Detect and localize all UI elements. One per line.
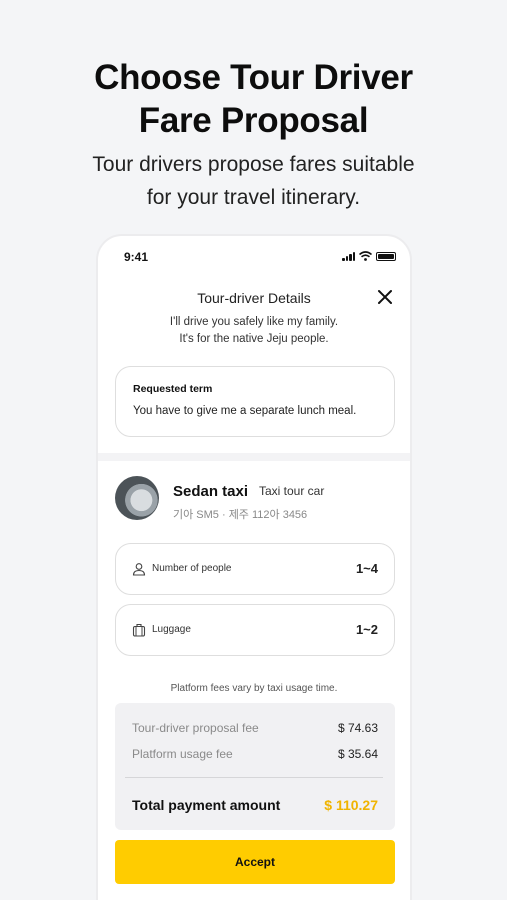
subline: Tour drivers propose fares suitable for … (0, 148, 507, 214)
status-time: 9:41 (124, 250, 149, 264)
total-amount: $ 110.27 (324, 797, 378, 813)
fee-row-amount: $ 74.63 (337, 721, 378, 735)
person-icon (132, 563, 146, 576)
subline-line-1: Tour drivers propose fares suitable (92, 153, 415, 176)
wifi-icon (359, 251, 372, 261)
driver-intro: I'll drive you safely like my family. It… (98, 314, 410, 348)
vehicle-photo (115, 476, 159, 520)
driver-intro-line-1: I'll drive you safely like my family. (169, 316, 339, 328)
fee-note: Platform fees vary by taxi usage time. (170, 683, 338, 694)
vehicle-type: Taxi tour car (259, 484, 325, 498)
people-label: Number of people (152, 563, 232, 574)
close-icon[interactable] (376, 288, 394, 306)
people-value: 1~4 (355, 561, 378, 576)
subline-line-2: for your travel itinerary. (146, 186, 361, 209)
signal-icon (342, 252, 355, 261)
luggage-label: Luggage (152, 624, 191, 635)
driver-intro-line-2: It's for the native Jeju people. (179, 333, 329, 345)
status-bar: 9:41 (98, 248, 410, 268)
vehicle-plate: 기아 SM5 · 제주 112아 3456 (173, 509, 308, 521)
modal-title: Tour-driver Details (197, 290, 311, 306)
fee-summary: Tour-driver proposal fee $ 74.63 Platfor… (115, 703, 395, 830)
people-card: Number of people 1~4 (115, 543, 395, 595)
luggage-card: Luggage 1~2 (115, 604, 395, 656)
status-icons (342, 251, 396, 261)
phone-frame: 9:41 Tour-driver Details I'll drive you … (96, 234, 412, 900)
total-label: Total payment amount (132, 797, 281, 813)
vehicle-name: Sedan taxi (173, 483, 249, 500)
luggage-icon (132, 623, 146, 637)
section-divider (98, 453, 410, 461)
headline-line-2: Fare Proposal (138, 101, 369, 140)
luggage-value: 1~2 (355, 622, 378, 637)
headline-line-1: Choose Tour Driver (94, 58, 413, 97)
fee-row-label: Tour-driver proposal fee (132, 721, 259, 735)
accept-button[interactable]: Accept (115, 840, 395, 884)
requested-term-card: Requested term You have to give me a sep… (115, 366, 395, 437)
fee-row-amount: $ 35.64 (337, 747, 378, 761)
requested-term-label: Requested term (133, 383, 213, 395)
fee-row-label: Platform usage fee (132, 747, 233, 761)
headline: Choose Tour Driver Fare Proposal (0, 56, 507, 142)
battery-icon (376, 252, 396, 261)
fee-divider (125, 777, 383, 778)
requested-term-text: You have to give me a separate lunch mea… (133, 405, 357, 417)
vehicle-summary: Sedan taxi Taxi tour car 기아 SM5 · 제주 112… (115, 476, 405, 526)
